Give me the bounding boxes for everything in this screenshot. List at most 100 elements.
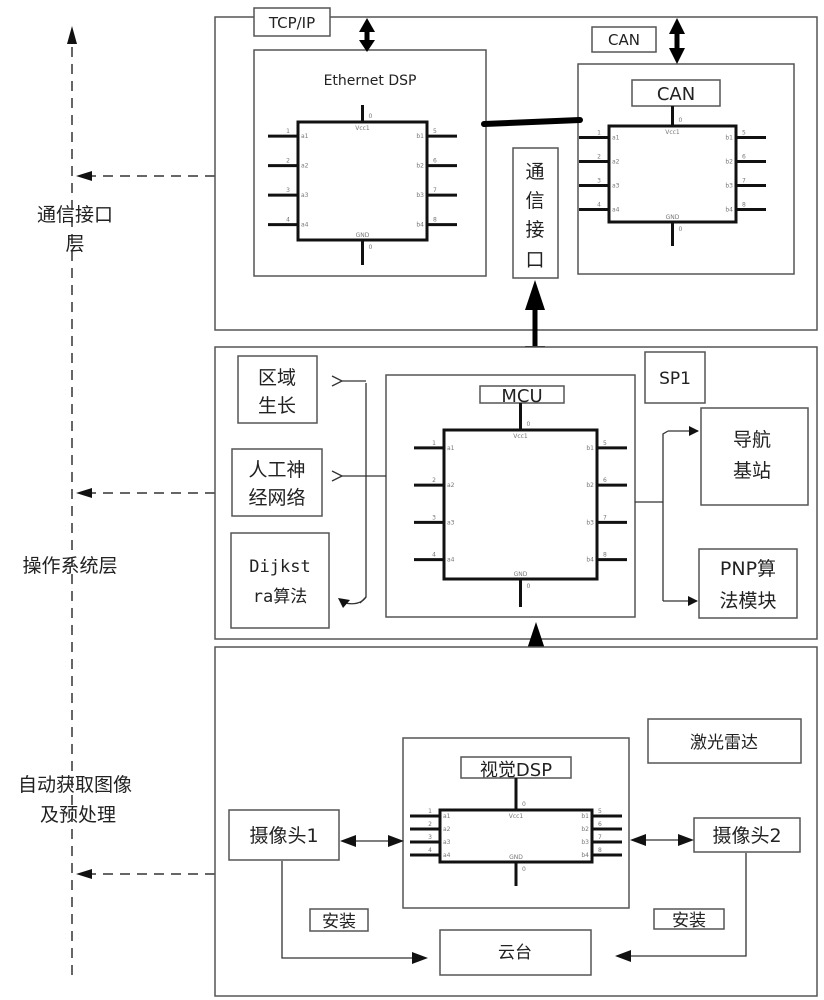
sp1-label: SP1 [659, 369, 691, 389]
right-pin-number: 8 [603, 552, 607, 559]
right-pin-name: b4 [725, 207, 733, 214]
camera-2-label: 摄像头2 [712, 825, 781, 847]
left-pin-name: a3 [301, 192, 309, 199]
gimbal-label: 云台 [498, 943, 532, 963]
chip-body [607, 124, 738, 224]
right-pin-number: 7 [598, 834, 602, 841]
power-pin-number: 0 [527, 421, 531, 428]
right-pin-number: 6 [603, 477, 607, 484]
left-pin-name: a1 [612, 135, 620, 142]
right-pin-name: b2 [586, 482, 594, 489]
left-pin-name: a2 [443, 826, 451, 833]
region-growing-line: 生长 [258, 395, 296, 417]
right-pin-number: 5 [742, 130, 746, 137]
left-pin-number: 4 [286, 217, 290, 224]
left-pin-name: a3 [612, 183, 620, 190]
power-pin-number: 0 [679, 117, 683, 124]
vcc-label: Vcc1 [513, 433, 528, 440]
right-pin-number: 8 [598, 847, 602, 854]
vision-dsp-title: 视觉DSP [480, 760, 552, 781]
left-pin-number: 1 [286, 128, 290, 135]
left-pin-number: 2 [432, 477, 436, 484]
right-pin-name: b4 [586, 557, 594, 564]
right-pin-name: b1 [586, 445, 594, 452]
left-pin-name: a1 [443, 813, 451, 820]
right-pin-number: 7 [742, 178, 746, 185]
gnd-label: GND [356, 232, 370, 239]
left-pin-name: a2 [612, 159, 620, 166]
right-pin-number: 7 [433, 187, 437, 194]
nav-station-line: 导航 [733, 429, 771, 451]
gnd-pin-number: 0 [527, 583, 531, 590]
right-pin-name: b2 [416, 163, 424, 170]
right-pin-name: b1 [725, 135, 733, 142]
mount-label-left: 安装 [322, 912, 356, 932]
gnd-label: GND [509, 854, 523, 861]
left-pin-number: 3 [432, 514, 436, 521]
ethernet-can-bus-link [481, 117, 583, 127]
left-pin-name: a1 [447, 445, 455, 452]
left-pin-name: a4 [301, 222, 309, 229]
right-pin-name: b1 [581, 813, 589, 820]
gnd-label: GND [514, 571, 528, 578]
right-pin-name: b4 [581, 852, 589, 859]
left-pin-name: a2 [301, 163, 309, 170]
layer-axis: 通信接口 层 操作系统层 自动获取图像 及预处理 [18, 26, 215, 975]
vcc-label: Vcc1 [355, 125, 370, 132]
tcp-ip-label: TCP/IP [268, 14, 315, 32]
neural-network-line: 经网络 [248, 487, 305, 509]
right-pin-number: 8 [433, 217, 437, 224]
gnd-pin-number: 0 [369, 244, 373, 251]
layer-label-acq-2: 及预处理 [40, 804, 116, 826]
comm-interface-char: 信 [525, 190, 544, 212]
right-pin-name: b4 [416, 222, 424, 229]
left-pin-number: 1 [597, 130, 601, 137]
arrow-left-icon [76, 171, 92, 181]
vcc-label: Vcc1 [665, 129, 680, 136]
mcu-chip: Vcc1 GND 0 0 a1 b1 1 5 a2 b2 2 6 a3 b3 3 7 a4 b4 4 8 [414, 403, 627, 607]
right-pin-name: b3 [416, 192, 424, 199]
left-pin-number: 4 [428, 847, 432, 854]
nav-station-box [700, 407, 809, 506]
left-pin-name: a3 [447, 519, 455, 526]
right-pin-name: b2 [725, 159, 733, 166]
power-pin-number: 0 [369, 113, 373, 120]
comm-interface-char: 通 [525, 161, 544, 183]
system-architecture-diagram: 通信接口 层 操作系统层 自动获取图像 及预处理 TCP/IP CAN Ethe… [18, 7, 818, 997]
left-pin-number: 2 [286, 158, 290, 165]
camera-1-label: 摄像头1 [249, 825, 318, 847]
lidar-label: 激光雷达 [690, 733, 758, 753]
power-pin-number: 0 [522, 801, 526, 808]
layer-label-acq-1: 自动获取图像 [18, 774, 132, 796]
vcc-label: Vcc1 [509, 813, 524, 820]
left-pin-number: 4 [597, 202, 601, 209]
right-pin-number: 5 [433, 128, 437, 135]
pnp-module-line: PNP算 [720, 558, 776, 580]
chip-body [442, 428, 599, 581]
left-pin-number: 3 [597, 178, 601, 185]
right-pin-number: 8 [742, 202, 746, 209]
dijkstra-line: ra算法 [253, 587, 307, 607]
nav-station-line: 基站 [733, 460, 771, 482]
gnd-pin-number: 0 [522, 866, 526, 873]
left-pin-number: 4 [432, 552, 436, 559]
arrow-left-icon [76, 869, 92, 879]
axis-arrow-up-icon [67, 26, 77, 44]
right-pin-name: b3 [586, 519, 594, 526]
arrow-left-icon [76, 488, 92, 498]
left-pin-number: 2 [428, 821, 432, 828]
mount-label-right: 安装 [672, 911, 706, 931]
pnp-module-line: 法模块 [719, 590, 776, 612]
right-pin-name: b3 [581, 839, 589, 846]
layer-label-comm-2: 层 [65, 233, 84, 255]
ethernet-dsp-title: Ethernet DSP [324, 73, 417, 89]
neural-network-line: 人工神 [248, 459, 305, 481]
right-pin-name: b2 [581, 826, 589, 833]
left-pin-name: a2 [447, 482, 455, 489]
left-pin-number: 1 [428, 808, 432, 815]
dijkstra-line: Dijkst [249, 557, 310, 577]
comm-interface-char: 接 [525, 219, 544, 241]
right-pin-number: 6 [742, 154, 746, 161]
right-pin-number: 5 [598, 808, 602, 815]
can-outer-label: CAN [608, 31, 640, 49]
